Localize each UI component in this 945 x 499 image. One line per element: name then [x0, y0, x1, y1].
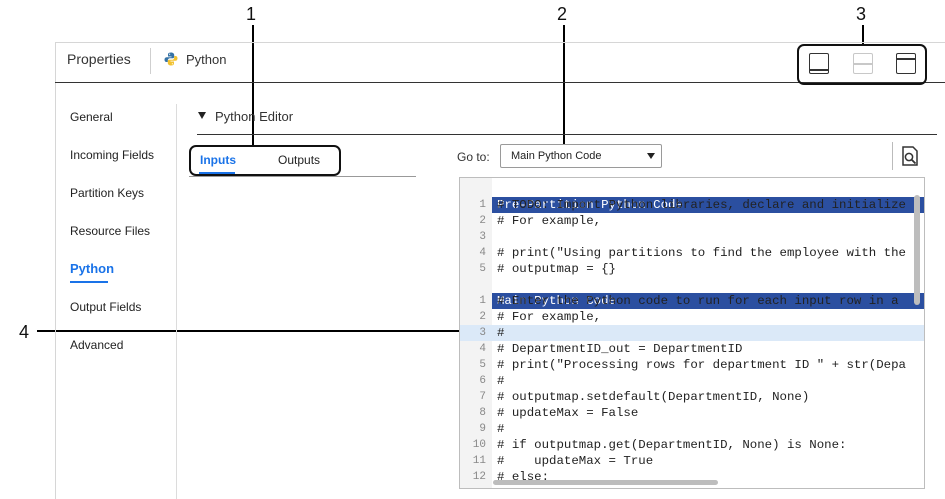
code-line[interactable]: 2 # For example, — [460, 213, 924, 229]
sidebar-active-indicator — [70, 281, 108, 283]
code-line[interactable]: 7 # outputmap.setdefault(DepartmentID, No… — [460, 389, 924, 405]
vertical-scrollbar[interactable] — [914, 195, 920, 305]
tab-active-indicator — [199, 172, 235, 174]
code-line[interactable]: 10 # if outputmap.get(DepartmentID, None)… — [460, 437, 924, 453]
layout-bottom-panel-icon[interactable] — [809, 53, 829, 74]
callout-3: 3 — [856, 4, 867, 24]
section-header-main: Main Python Code — [460, 277, 924, 309]
tab-inputs[interactable]: Inputs — [200, 153, 236, 167]
code-line[interactable]: 3 — [460, 229, 924, 245]
python-editor-title[interactable]: Python Editor — [215, 109, 293, 124]
sidebar-item-incoming-fields[interactable]: Incoming Fields — [70, 148, 154, 162]
horizontal-scrollbar[interactable] — [493, 480, 718, 485]
editor-divider — [197, 134, 937, 135]
code-line-current[interactable]: 3 # — [460, 325, 924, 341]
code-line[interactable]: 4 # DepartmentID_out = DepartmentID — [460, 341, 924, 357]
properties-title: Properties — [67, 51, 131, 67]
python-logo-icon — [164, 52, 178, 66]
section-header-pre-partition: Pre-Partition Python Code — [460, 181, 924, 213]
panel-frame-left — [55, 42, 56, 499]
code-editor[interactable]: Pre-Partition Python Code 1 # TODO: Impor… — [459, 177, 925, 489]
code-line[interactable]: 1 # Enter the Python code to run for each… — [460, 293, 924, 309]
sidebar-item-advanced[interactable]: Advanced — [70, 338, 123, 352]
collapse-triangle-icon[interactable] — [198, 112, 206, 119]
callout-1: 1 — [246, 4, 257, 24]
code-line[interactable]: 8 # updateMax = False — [460, 405, 924, 421]
panel-frame-top — [55, 42, 945, 43]
goto-selected-value: Main Python Code — [511, 150, 602, 162]
sidebar-item-general[interactable]: General — [70, 110, 113, 124]
callout-2: 2 — [557, 4, 568, 24]
callout-4: 4 — [19, 322, 30, 342]
sidebar-item-output-fields[interactable]: Output Fields — [70, 300, 141, 314]
python-breadcrumb: Python — [186, 52, 227, 67]
tabs-divider — [189, 176, 416, 177]
sidebar-divider — [176, 104, 177, 499]
code-line[interactable]: 5 # outputmap = {} — [460, 261, 924, 277]
callout-line-4 — [37, 330, 469, 332]
toolbar-divider — [892, 142, 893, 170]
code-line[interactable]: 1 # TODO: Import Python libraries, declar… — [460, 197, 924, 213]
layout-split-icon — [853, 53, 873, 74]
code-line[interactable]: 4 # print("Using partitions to find the e… — [460, 245, 924, 261]
chevron-down-icon — [647, 153, 655, 159]
goto-select[interactable]: Main Python Code — [500, 144, 662, 168]
callout-line-2 — [563, 25, 565, 145]
layout-top-panel-icon[interactable] — [896, 53, 916, 74]
callout-line-1 — [252, 25, 254, 146]
code-line[interactable]: 5 # print("Processing rows for department… — [460, 357, 924, 373]
goto-label: Go to: — [457, 150, 490, 164]
header-separator — [150, 48, 151, 74]
code-line[interactable]: 2 # For example, — [460, 309, 924, 325]
sidebar-item-resource-files[interactable]: Resource Files — [70, 224, 150, 238]
search-document-icon[interactable] — [899, 145, 921, 167]
sidebar-item-partition-keys[interactable]: Partition Keys — [70, 186, 144, 200]
code-line[interactable]: 9 # — [460, 421, 924, 437]
code-line[interactable]: 6 # — [460, 373, 924, 389]
code-line[interactable]: 11 # updateMax = True — [460, 453, 924, 469]
sidebar-item-python[interactable]: Python — [70, 261, 114, 276]
tab-outputs[interactable]: Outputs — [278, 153, 320, 167]
